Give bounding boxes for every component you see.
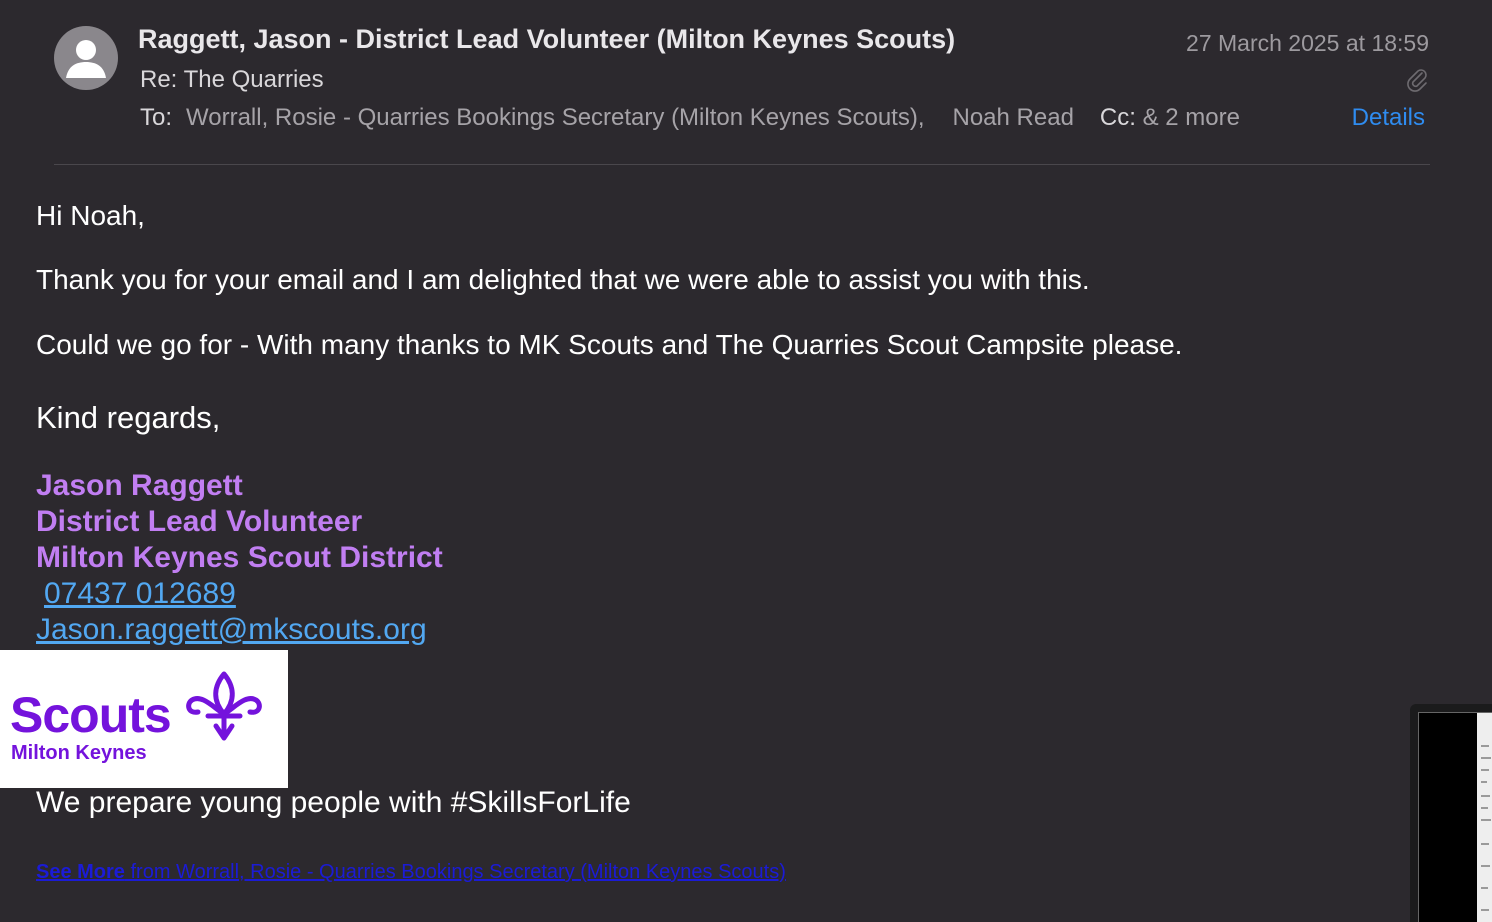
thumbnail-line <box>1481 769 1489 771</box>
scouts-logo: Scouts Milton Keynes <box>0 650 288 788</box>
cc-label: Cc: <box>1099 104 1136 131</box>
recipient-worrall-rosie[interactable]: Worrall, Rosie - Quarries Bookings Secre… <box>186 104 924 131</box>
thumbnail-line <box>1481 887 1488 889</box>
signature-district: Milton Keynes Scout District <box>36 541 443 574</box>
fleur-de-lis-icon <box>184 670 266 746</box>
thumbnail-screen <box>1418 712 1492 922</box>
cc-more[interactable]: & 2 more <box>1143 104 1240 131</box>
see-more-source[interactable]: from Worrall, Rosie - Quarries Bookings … <box>125 861 785 883</box>
credit-paragraph: Could we go for - With many thanks to MK… <box>36 329 1183 360</box>
to-label: To: <box>140 104 173 131</box>
logo-wordmark: Scouts <box>10 687 172 743</box>
thanks-paragraph: Thank you for your email and I am deligh… <box>36 264 1090 295</box>
recipients-row: To: Worrall, Rosie - Quarries Bookings Se… <box>140 104 1240 132</box>
logo-subtitle: Milton Keynes <box>11 742 147 764</box>
details-link[interactable]: Details <box>1352 104 1425 132</box>
sign-off-text: Kind regards, <box>36 400 221 435</box>
see-more-link[interactable]: See More from Worrall, Rosie - Quarries … <box>36 861 786 884</box>
signature-name: Jason Raggett <box>36 469 243 502</box>
thumbnail-line <box>1481 807 1488 809</box>
thumbnail-line <box>1481 745 1489 747</box>
sender-name[interactable]: Raggett, Jason - District Lead Volunteer… <box>138 24 955 55</box>
thumbnail-line <box>1481 843 1489 845</box>
thumbnail-line <box>1481 757 1491 759</box>
paperclip-icon[interactable] <box>1405 66 1429 92</box>
sender-avatar-icon <box>54 26 118 90</box>
thumbnail-line <box>1481 909 1489 911</box>
email-view: Raggett, Jason - District Lead Volunteer… <box>0 0 1492 922</box>
signature-email-link[interactable]: Jason.raggett@mkscouts.org <box>36 613 427 647</box>
signature-role: District Lead Volunteer <box>36 505 363 538</box>
recipient-noah-read[interactable]: Noah Read <box>953 104 1074 131</box>
thumbnail-line <box>1481 781 1487 783</box>
thumbnail-line <box>1481 795 1490 797</box>
message-subject: Re: The Quarries <box>140 66 324 93</box>
see-more-label[interactable]: See More <box>36 861 125 883</box>
greeting-text: Hi Noah, <box>36 200 145 231</box>
window-thumbnail[interactable] <box>1410 704 1492 922</box>
thumbnail-line <box>1481 819 1491 821</box>
signature-phone-link[interactable]: 07437 012689 <box>44 577 236 611</box>
thumbnail-line <box>1481 865 1490 867</box>
header-divider <box>54 164 1430 165</box>
message-date: 27 March 2025 at 18:59 <box>1186 30 1429 56</box>
signature-motto: We prepare young people with #SkillsForL… <box>36 786 631 819</box>
